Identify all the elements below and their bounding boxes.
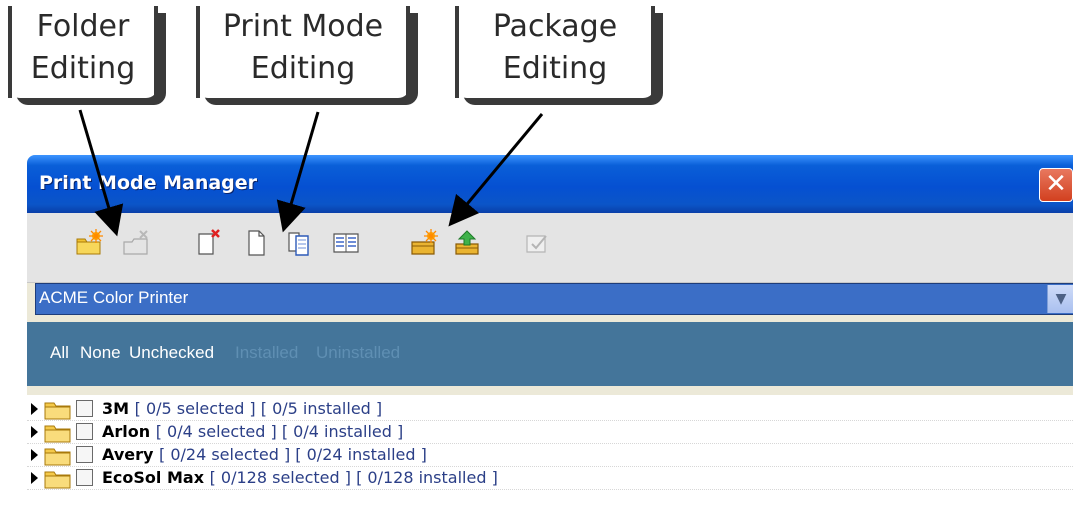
expand-arrow-icon[interactable] — [31, 402, 39, 416]
expand-arrow-icon[interactable] — [31, 471, 39, 485]
new-package-button[interactable] — [409, 228, 439, 258]
apply-button[interactable] — [523, 228, 553, 258]
row-checkbox[interactable] — [76, 446, 93, 463]
title-bar[interactable]: Print Mode Manager ✕ — [27, 155, 1073, 213]
print-mode-properties-icon — [333, 233, 359, 253]
chevron-down-icon[interactable]: ▼ — [1047, 285, 1073, 313]
row-checkbox[interactable] — [76, 400, 93, 417]
new-package-icon — [411, 229, 438, 255]
callout-package-line1: Package — [492, 9, 618, 44]
row-info: [ 0/128 selected ] [ 0/128 installed ] — [209, 468, 498, 487]
filter-installed[interactable]: Installed — [235, 343, 298, 363]
new-print-mode-button[interactable] — [241, 228, 271, 258]
tree-row[interactable]: Avery [ 0/24 selected ] [ 0/24 installed… — [27, 444, 1073, 467]
folder-icon — [44, 425, 71, 443]
delete-folder-icon — [123, 230, 148, 255]
printer-select-value: ACME Color Printer — [39, 288, 189, 307]
folder-icon — [44, 402, 71, 420]
window-title: Print Mode Manager — [39, 172, 258, 194]
row-name: Avery [ 0/24 selected ] [ 0/24 installed… — [102, 445, 427, 464]
new-folder-icon — [76, 229, 103, 255]
new-print-mode-icon — [248, 230, 265, 256]
folder-icon — [44, 471, 71, 489]
row-checkbox[interactable] — [76, 469, 93, 486]
callout-package-editing: Package Editing — [455, 6, 655, 98]
delete-print-mode-button[interactable] — [193, 228, 223, 258]
print-mode-manager-window: Print Mode Manager ✕ ACME Color Printer … — [27, 155, 1073, 505]
install-package-button[interactable] — [452, 228, 482, 258]
row-checkbox[interactable] — [76, 423, 93, 440]
delete-print-mode-icon — [198, 229, 220, 255]
callout-print-mode-line1: Print Mode — [222, 9, 384, 44]
row-name: 3M [ 0/5 selected ] [ 0/5 installed ] — [102, 399, 383, 418]
new-folder-button[interactable] — [74, 228, 104, 258]
filter-bar: All None Unchecked Installed Uninstalled — [27, 322, 1073, 386]
install-package-icon — [455, 230, 479, 255]
row-info: [ 0/24 selected ] [ 0/24 installed ] — [159, 445, 427, 464]
callout-folder-line1: Folder — [36, 9, 130, 44]
filter-unchecked[interactable]: Unchecked — [129, 343, 214, 363]
expand-arrow-icon[interactable] — [31, 425, 39, 439]
toolbar — [27, 213, 1073, 283]
print-mode-properties-button[interactable] — [331, 228, 361, 258]
copy-print-mode-icon — [288, 232, 309, 256]
callout-folder-line2: Editing — [30, 51, 136, 86]
callout-print-mode-editing: Print Mode Editing — [196, 6, 410, 98]
callout-folder-editing: Folder Editing — [8, 6, 158, 98]
apply-icon — [526, 235, 547, 253]
copy-print-mode-button[interactable] — [285, 228, 315, 258]
close-icon: ✕ — [1045, 169, 1067, 199]
folder-icon — [44, 448, 71, 466]
filter-none[interactable]: None — [80, 343, 121, 363]
row-name: EcoSol Max [ 0/128 selected ] [ 0/128 in… — [102, 468, 498, 487]
close-button[interactable]: ✕ — [1039, 168, 1073, 202]
printer-select[interactable]: ACME Color Printer ▼ — [35, 283, 1073, 315]
row-info: [ 0/4 selected ] [ 0/4 installed ] — [155, 422, 404, 441]
filter-uninstalled[interactable]: Uninstalled — [316, 343, 400, 363]
print-mode-tree: 3M [ 0/5 selected ] [ 0/5 installed ] Ar… — [27, 395, 1073, 505]
tree-row[interactable]: Arlon [ 0/4 selected ] [ 0/4 installed ] — [27, 421, 1073, 444]
filter-all[interactable]: All — [50, 343, 69, 363]
delete-folder-button[interactable] — [121, 228, 151, 258]
callout-print-mode-line2: Editing — [250, 51, 356, 86]
tree-row[interactable]: EcoSol Max [ 0/128 selected ] [ 0/128 in… — [27, 467, 1073, 490]
row-info: [ 0/5 selected ] [ 0/5 installed ] — [134, 399, 383, 418]
expand-arrow-icon[interactable] — [31, 448, 39, 462]
row-name: Arlon [ 0/4 selected ] [ 0/4 installed ] — [102, 422, 404, 441]
callout-package-line2: Editing — [502, 51, 608, 86]
tree-row[interactable]: 3M [ 0/5 selected ] [ 0/5 installed ] — [27, 398, 1073, 421]
